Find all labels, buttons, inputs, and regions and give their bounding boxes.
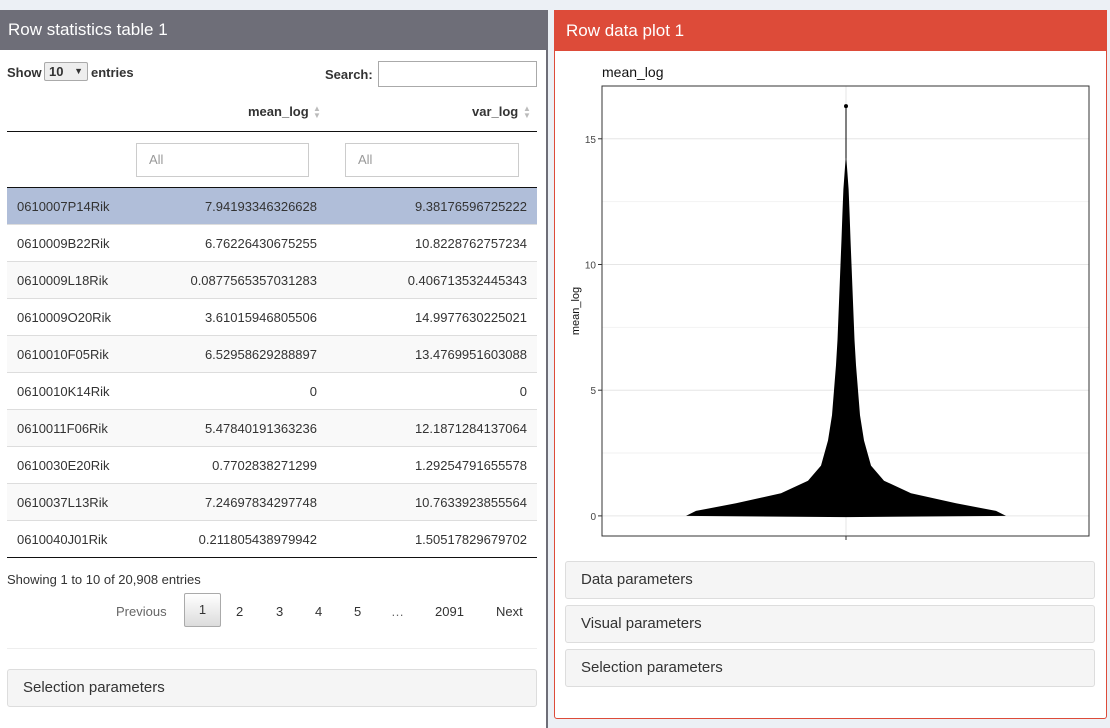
cell-mean-log: 5.47840191363236: [204, 421, 317, 436]
pagination-page[interactable]: 2: [236, 604, 243, 619]
entries-select[interactable]: 10 ▼: [44, 62, 88, 81]
pagination-page[interactable]: 2091: [435, 604, 464, 619]
cell-var-log: 13.4769951603088: [414, 347, 527, 362]
entries-select-value: 10: [49, 64, 64, 79]
table-row[interactable]: 0610009B22Rik 6.76226430675255 10.822876…: [7, 225, 537, 262]
selection-parameters-collapse[interactable]: Selection parameters: [7, 669, 537, 707]
cell-var-log: 14.9977630225021: [414, 310, 527, 325]
row-name: 0610007P14Rik: [17, 199, 110, 214]
show-label: Show: [7, 65, 42, 80]
violin-shape: [686, 158, 1006, 518]
max-point: [844, 104, 848, 109]
pagination-next[interactable]: Next: [496, 604, 523, 619]
cell-mean-log: 6.76226430675255: [204, 236, 317, 251]
column-header-mean-log[interactable]: mean_log: [248, 104, 309, 119]
row-name: 0610010F05Rik: [17, 347, 109, 362]
cell-var-log: 10.7633923855564: [414, 495, 527, 510]
y-tick-label: 10: [585, 260, 597, 271]
panel-title: Row data plot 1: [555, 11, 1106, 51]
y-axis-label: mean_log: [570, 287, 582, 335]
pagination-ellipsis: …: [391, 604, 404, 619]
violin-plot[interactable]: 0 5 10 15 mean_log: [560, 80, 1100, 545]
search-label: Search:: [325, 67, 373, 82]
header-divider: [7, 131, 537, 132]
cell-mean-log: 6.52958629288897: [204, 347, 317, 362]
table-row[interactable]: 0610037L13Rik 7.24697834297748 10.763392…: [7, 484, 537, 521]
y-axis-ticks: 0 5 10 15: [585, 135, 602, 523]
divider: [7, 648, 537, 649]
table-bottom-border: [7, 557, 537, 558]
cell-var-log: 9.38176596725222: [414, 199, 527, 214]
table-row[interactable]: 0610010F05Rik 6.52958629288897 13.476995…: [7, 336, 537, 373]
cell-var-log: 0: [519, 384, 527, 399]
y-tick-label: 0: [590, 512, 596, 523]
pagination-page[interactable]: 3: [276, 604, 283, 619]
table-row[interactable]: 0610009L18Rik 0.0877565357031283 0.40671…: [7, 262, 537, 299]
row-name: 0610009O20Rik: [17, 310, 111, 325]
sort-icon[interactable]: ▲ ▼: [313, 105, 321, 120]
cell-var-log: 1.29254791655578: [414, 458, 527, 473]
table-row[interactable]: 0610010K14Rik 0 0: [7, 373, 537, 410]
cell-var-log: 10.8228762757234: [414, 236, 527, 251]
cell-mean-log: 7.94193346326628: [204, 199, 317, 214]
data-parameters-collapse[interactable]: Data parameters: [565, 561, 1095, 599]
table-row[interactable]: 0610009O20Rik 3.61015946805506 14.997763…: [7, 299, 537, 336]
top-strip: [0, 0, 1110, 10]
panel-title: Row statistics table 1: [0, 10, 546, 50]
row-name: 0610009B22Rik: [17, 236, 110, 251]
cell-mean-log: 0.7702838271299: [212, 458, 317, 473]
row-name: 0610040J01Rik: [17, 532, 108, 547]
selection-parameters-collapse[interactable]: Selection parameters: [565, 649, 1095, 687]
cell-mean-log: 0.0877565357031283: [190, 273, 317, 288]
cell-mean-log: 0.211805438979942: [198, 532, 317, 547]
pagination-page-current[interactable]: 1: [184, 593, 221, 627]
row-name: 0610037L13Rik: [17, 495, 109, 510]
pagination-previous[interactable]: Previous: [116, 604, 167, 619]
pagination-page[interactable]: 4: [315, 604, 322, 619]
cell-var-log: 1.50517829679702: [414, 532, 527, 547]
filter-mean-log-input[interactable]: All: [136, 143, 309, 177]
column-header-var-log[interactable]: var_log: [472, 104, 518, 119]
table-row[interactable]: 0610030E20Rik 0.7702838271299 1.29254791…: [7, 447, 537, 484]
pagination-page[interactable]: 5: [354, 604, 361, 619]
row-name: 0610010K14Rik: [17, 384, 110, 399]
chevron-down-icon: ▼: [74, 66, 83, 76]
plot-title: mean_log: [602, 64, 664, 80]
cell-mean-log: 0: [309, 384, 317, 399]
table-row[interactable]: 0610040J01Rik 0.211805438979942 1.505178…: [7, 521, 537, 557]
entries-label: entries: [91, 65, 134, 80]
table-info: Showing 1 to 10 of 20,908 entries: [7, 572, 201, 587]
row-name: 0610011F06Rik: [17, 421, 108, 436]
cell-var-log: 0.406713532445343: [407, 273, 527, 288]
y-tick-label: 15: [585, 135, 597, 146]
row-name: 0610030E20Rik: [17, 458, 110, 473]
table-body: 0610007P14Rik 7.94193346326628 9.3817659…: [7, 187, 537, 557]
search-input[interactable]: [378, 61, 537, 87]
cell-mean-log: 3.61015946805506: [204, 310, 317, 325]
cell-var-log: 12.1871284137064: [414, 421, 527, 436]
y-tick-label: 5: [590, 386, 596, 397]
sort-icon[interactable]: ▲ ▼: [523, 105, 531, 120]
table-row[interactable]: 0610007P14Rik 7.94193346326628 9.3817659…: [7, 188, 537, 225]
filter-var-log-input[interactable]: All: [345, 143, 519, 177]
table-row[interactable]: 0610011F06Rik 5.47840191363236 12.187128…: [7, 410, 537, 447]
row-name: 0610009L18Rik: [17, 273, 109, 288]
cell-mean-log: 7.24697834297748: [204, 495, 317, 510]
visual-parameters-collapse[interactable]: Visual parameters: [565, 605, 1095, 643]
